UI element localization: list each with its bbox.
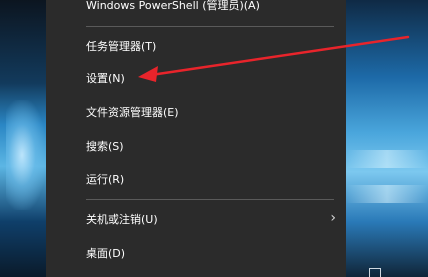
menu-item-label: 关机或注销(U) (86, 213, 158, 226)
menu-item-task-manager[interactable]: 任务管理器(T) (46, 29, 346, 63)
menu-item-file-explorer[interactable]: 文件资源管理器(E) (46, 95, 346, 129)
menu-item-shutdown-signout[interactable]: 关机或注销(U) › (46, 202, 346, 236)
chevron-right-icon: › (330, 210, 336, 226)
wallpaper-wave (346, 185, 428, 203)
wallpaper-wave (346, 150, 428, 168)
menu-item-run[interactable]: 运行(R) (46, 162, 346, 196)
menu-item-label: 文件资源管理器(E) (86, 106, 179, 119)
menu-item-label: 设置(N) (86, 72, 125, 85)
menu-item-label: Windows PowerShell (管理员)(A) (86, 0, 260, 12)
menu-item-desktop[interactable]: 桌面(D) (46, 236, 346, 270)
power-user-context-menu: Windows PowerShell (管理员)(A) 任务管理器(T) 设置(… (46, 0, 346, 277)
menu-item-search[interactable]: 搜索(S) (46, 129, 346, 163)
menu-item-settings[interactable]: 设置(N) (46, 61, 346, 95)
menu-separator (86, 26, 334, 27)
menu-item-powershell-admin[interactable]: Windows PowerShell (管理员)(A) (46, 0, 346, 22)
menu-item-label: 搜索(S) (86, 140, 124, 153)
menu-item-label: 桌面(D) (86, 247, 126, 260)
menu-item-label: 任务管理器(T) (86, 40, 157, 53)
taskbar-window-icon[interactable] (369, 268, 381, 277)
desktop-wallpaper-left (0, 0, 46, 277)
menu-item-label: 运行(R) (86, 173, 125, 186)
wallpaper-glow (6, 100, 46, 210)
desktop-wallpaper-right (346, 0, 428, 277)
menu-separator (86, 199, 334, 200)
